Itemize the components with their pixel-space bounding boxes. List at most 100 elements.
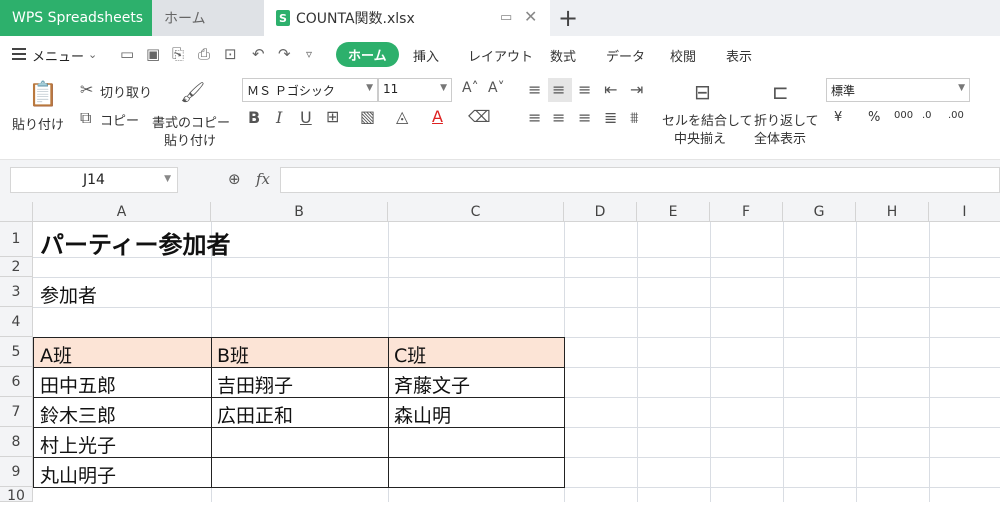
cell-a6[interactable]: 田中五郎: [35, 371, 116, 398]
indent-increase-icon[interactable]: ⇥: [630, 80, 643, 99]
paste-button[interactable]: 貼り付け: [12, 114, 64, 133]
format-painter-icon[interactable]: 🖌: [180, 80, 205, 104]
cell-a1-title[interactable]: パーティー参加者: [35, 225, 231, 260]
close-tab-icon[interactable]: ✕: [524, 7, 537, 26]
new-tab-plus-icon[interactable]: +: [558, 4, 578, 32]
col-header-b[interactable]: B: [211, 202, 388, 222]
cell-c6[interactable]: 斉藤文子: [389, 371, 470, 398]
row-header-7[interactable]: 7: [0, 397, 33, 427]
tab-formulas[interactable]: 数式: [550, 46, 576, 65]
col-header-g[interactable]: G: [783, 202, 856, 222]
currency-button[interactable]: ¥: [834, 110, 842, 125]
tab-review[interactable]: 校閲: [670, 46, 696, 65]
indent-decrease-icon[interactable]: ⇤: [604, 80, 617, 99]
cut-button[interactable]: 切り取り: [100, 82, 152, 101]
save-icon[interactable]: ▣: [146, 45, 160, 63]
cell-a7[interactable]: 鈴木三郎: [35, 401, 116, 428]
format-copy-label-2[interactable]: 貼り付け: [164, 130, 216, 149]
align-bottom-icon[interactable]: ≡: [578, 80, 591, 99]
hamburger-icon[interactable]: [12, 48, 26, 63]
print-preview-icon[interactable]: ⊡: [224, 45, 237, 63]
row-header-4[interactable]: 4: [0, 307, 33, 337]
fill-style-icon[interactable]: ▧: [360, 107, 375, 126]
thousands-button[interactable]: 000: [894, 110, 913, 121]
merge-center-icon[interactable]: ⊟: [694, 80, 711, 104]
tab-view[interactable]: 表示: [726, 46, 752, 65]
tab-layout[interactable]: レイアウト: [468, 46, 533, 65]
cell-a5[interactable]: A班: [35, 341, 72, 368]
format-copy-label-1[interactable]: 書式のコピー: [152, 112, 230, 131]
open-folder-icon[interactable]: ▭: [120, 45, 134, 63]
spreadsheet-grid[interactable]: A B C D E F G H I 1 2 3 4 5 6 7 8 9 10 パ…: [0, 202, 1000, 504]
customize-icon[interactable]: ▿: [306, 47, 312, 61]
row-header-3[interactable]: 3: [0, 277, 33, 307]
fx-icon[interactable]: fx: [256, 170, 270, 188]
merge-label-2[interactable]: 中央揃え: [674, 128, 726, 147]
redo-icon[interactable]: ↷: [278, 45, 291, 63]
undo-icon[interactable]: ↶: [252, 45, 265, 63]
row-header-6[interactable]: 6: [0, 367, 33, 397]
align-right-icon[interactable]: ≡: [578, 108, 591, 127]
wrap-text-icon[interactable]: ⊏: [772, 80, 789, 104]
merge-label-1[interactable]: セルを結合して: [662, 110, 753, 129]
col-header-h[interactable]: H: [856, 202, 929, 222]
col-header-a[interactable]: A: [33, 202, 211, 222]
italic-icon[interactable]: I: [276, 108, 282, 127]
align-top-icon[interactable]: ≡: [528, 80, 541, 99]
wrap-label-2[interactable]: 全体表示: [754, 128, 806, 147]
tab-home[interactable]: ホーム: [336, 42, 399, 67]
tab-data[interactable]: データ: [606, 46, 645, 65]
underline-icon[interactable]: U: [300, 108, 312, 127]
eraser-icon[interactable]: ⌫: [468, 107, 491, 126]
cell-b7[interactable]: 広田正和: [212, 401, 293, 428]
zoom-search-icon[interactable]: ⊕: [228, 170, 241, 188]
justify-icon[interactable]: ≣: [604, 108, 617, 127]
increase-font-icon[interactable]: A˄: [462, 80, 479, 96]
decimal-increase-button[interactable]: .0: [922, 110, 932, 121]
app-tab[interactable]: WPS Spreadsheets: [0, 0, 152, 36]
paste-icon[interactable]: 📋: [28, 80, 58, 108]
row-header-1[interactable]: 1: [0, 222, 33, 257]
cell-b5[interactable]: B班: [212, 341, 249, 368]
cell-c7[interactable]: 森山明: [389, 401, 451, 428]
row-header-10[interactable]: 10: [0, 487, 33, 504]
copy-icon[interactable]: ⧉: [80, 108, 91, 128]
font-color-icon[interactable]: A: [432, 107, 443, 126]
col-header-f[interactable]: F: [710, 202, 783, 222]
number-format-select[interactable]: 標準 ▼: [826, 78, 970, 102]
col-header-e[interactable]: E: [637, 202, 710, 222]
col-header-c[interactable]: C: [388, 202, 564, 222]
cell-b6[interactable]: 吉田翔子: [212, 371, 293, 398]
decrease-font-icon[interactable]: A˅: [488, 80, 505, 96]
percent-button[interactable]: %: [868, 110, 880, 125]
col-header-i[interactable]: I: [929, 202, 1000, 222]
row-header-5[interactable]: 5: [0, 337, 33, 367]
col-header-d[interactable]: D: [564, 202, 637, 222]
row-header-9[interactable]: 9: [0, 457, 33, 487]
wrap-label-1[interactable]: 折り返して: [754, 110, 819, 129]
border-icon[interactable]: ⊞: [326, 107, 339, 126]
cell-c5[interactable]: C班: [389, 341, 426, 368]
print-icon[interactable]: ⎙: [198, 45, 210, 63]
cell-a9[interactable]: 丸山明子: [35, 461, 116, 488]
formula-input[interactable]: [280, 167, 1000, 193]
row-header-2[interactable]: 2: [0, 257, 33, 277]
row-header-8[interactable]: 8: [0, 427, 33, 457]
window-icon[interactable]: ▭: [500, 10, 512, 25]
font-size-select[interactable]: 11 ▼: [378, 78, 452, 102]
decimal-decrease-button[interactable]: .00: [948, 110, 964, 121]
home-tab[interactable]: ホーム: [152, 0, 264, 36]
cell-a3[interactable]: 参加者: [35, 281, 97, 308]
name-box[interactable]: J14 ▼: [10, 167, 178, 193]
menu-button[interactable]: メニュー: [32, 46, 84, 65]
align-center-icon[interactable]: ≡: [552, 108, 565, 127]
distributed-icon[interactable]: ⩩: [630, 108, 639, 128]
select-all-corner[interactable]: [0, 202, 33, 222]
scissors-icon[interactable]: ✂: [80, 80, 93, 99]
tab-insert[interactable]: 挿入: [413, 46, 439, 65]
fill-color-icon[interactable]: ◬: [396, 107, 408, 126]
chevron-down-icon[interactable]: ⌄: [88, 48, 97, 61]
copy-button[interactable]: コピー: [100, 110, 139, 129]
align-middle-icon[interactable]: ≡: [552, 80, 565, 99]
font-name-select[interactable]: ＭＳ Ｐゴシック ▼: [242, 78, 378, 102]
